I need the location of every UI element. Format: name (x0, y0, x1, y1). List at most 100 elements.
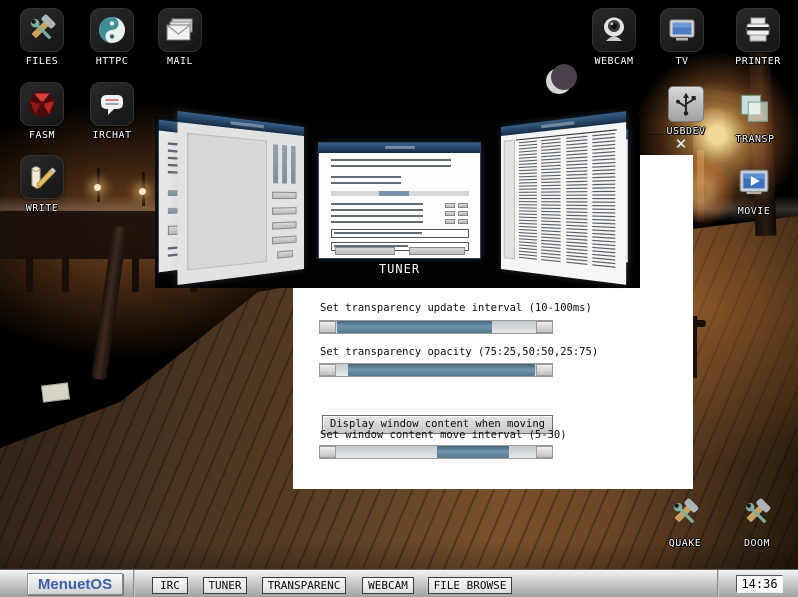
slider-decrease-button[interactable] (319, 321, 336, 333)
preview-button (335, 247, 395, 255)
desktop-icon-fasm[interactable]: FASM (12, 82, 72, 141)
preview-text-column (518, 140, 537, 262)
preview-spinner (445, 219, 455, 224)
desktop-icon-usbdev[interactable]: USBDEV (656, 86, 716, 137)
move-interval-slider[interactable] (319, 445, 553, 459)
desktop-icon-label: PRINTER (735, 56, 781, 67)
doom-icon (740, 494, 774, 534)
fasm-icon (20, 82, 64, 126)
slider-decrease-button[interactable] (319, 446, 336, 458)
desktop-icon-label: DOOM (743, 538, 771, 549)
slider-fill (347, 364, 535, 376)
webcam-icon (592, 8, 636, 52)
preview-spinner (458, 211, 468, 216)
desktop-icon-label: WRITE (25, 203, 59, 214)
desktop-icon-label: HTTPC (95, 56, 129, 67)
desktop-icon-files[interactable]: FILES (12, 8, 72, 67)
preview-button (272, 206, 297, 215)
desktop-icon-label: WEBCAM (594, 56, 634, 67)
taskbar: MenuetOS IRC TUNER TRANSPARENC WEBCAM FI… (0, 569, 798, 597)
preview-button (409, 247, 465, 255)
files-icon (20, 8, 64, 52)
tv-icon (660, 8, 704, 52)
preview-text (331, 176, 401, 184)
desktop-icon-quake[interactable]: QUAKE (655, 494, 715, 549)
task-button-transparenc[interactable]: TRANSPARENC (262, 577, 346, 594)
slider-track[interactable] (337, 364, 535, 376)
httpc-icon (90, 8, 134, 52)
taskbar-clock: 14:36 (736, 575, 783, 593)
switcher-preview-left-front[interactable] (177, 111, 304, 285)
desktop-icon-doom[interactable]: DOOM (727, 494, 787, 549)
preview-slider-fill (379, 191, 409, 196)
transp-icon (737, 90, 773, 130)
desktop-icon-httpc[interactable]: HTTPC (82, 8, 142, 67)
preview-vslider (273, 144, 279, 184)
task-button-webcam[interactable]: WEBCAM (362, 577, 414, 594)
preview-titlebar (319, 143, 480, 153)
water-sign (41, 382, 70, 403)
switcher-preview-selected[interactable] (318, 142, 481, 259)
menuetos-start-button[interactable]: MenuetOS (27, 573, 123, 595)
lamp (94, 184, 101, 191)
pier-post (62, 254, 69, 292)
update-interval-slider[interactable] (319, 320, 553, 334)
slider-fill (337, 321, 493, 333)
desktop-icon-label: IRCHAT (92, 130, 132, 141)
mail-icon (158, 8, 202, 52)
write-icon (20, 155, 64, 199)
desktop-icon-webcam[interactable]: WEBCAM (584, 8, 644, 67)
slider-track[interactable] (337, 321, 535, 333)
preview-spinner (445, 211, 455, 216)
desktop-icon-label: MAIL (166, 56, 194, 67)
preview-text-column (566, 135, 588, 267)
moon-shadow (551, 64, 577, 90)
preview-vslider (291, 145, 296, 184)
slider-fill (436, 446, 510, 458)
switcher-preview-right-front[interactable] (501, 111, 627, 285)
movie-icon (737, 162, 771, 202)
move-interval-label: Set window content move interval (5-30) (320, 429, 567, 441)
pier-post (132, 254, 139, 292)
task-button-irc[interactable]: IRC (152, 577, 188, 594)
preview-panel (186, 132, 267, 271)
preview-button (272, 235, 297, 245)
slider-decrease-button[interactable] (319, 364, 336, 376)
taskbar-separator (717, 570, 719, 597)
irchat-icon (90, 82, 134, 126)
opacity-slider[interactable] (319, 363, 553, 377)
desktop-icon-write[interactable]: WRITE (12, 155, 72, 214)
slider-increase-button[interactable] (536, 446, 553, 458)
preview-sidebar (504, 139, 515, 260)
desktop-icon-label: FILES (25, 56, 59, 67)
slider-track[interactable] (337, 446, 535, 458)
update-interval-label: Set transparency update interval (10-100… (320, 302, 592, 314)
preview-button (272, 221, 297, 230)
close-icon[interactable]: ✕ (673, 137, 689, 153)
preview-spinner (458, 203, 468, 208)
desktop-icon-irchat[interactable]: IRCHAT (82, 82, 142, 141)
preview-text (331, 203, 423, 225)
slider-increase-button[interactable] (536, 321, 553, 333)
desktop-icon-transp[interactable]: TRANSP (725, 90, 785, 145)
lamp (139, 188, 146, 195)
desktop-icon-tv[interactable]: TV (652, 8, 712, 67)
preview-spinner (445, 203, 455, 208)
task-button-file-browse[interactable]: FILE BROWSE (428, 577, 512, 594)
printer-icon (736, 8, 780, 52)
lamp-reflection (697, 150, 704, 222)
slider-increase-button[interactable] (536, 364, 553, 376)
preview-input (331, 229, 469, 238)
preview-spinner (458, 219, 468, 224)
desktop-icon-mail[interactable]: MAIL (150, 8, 210, 67)
desktop-icon-label: TV (675, 56, 689, 67)
pier-post (26, 254, 33, 292)
quake-icon (668, 494, 702, 534)
start-button-label: MenuetOS (37, 575, 113, 593)
desktop-icon-movie[interactable]: MOVIE (724, 162, 784, 217)
desktop-icon-printer[interactable]: PRINTER (728, 8, 788, 67)
task-button-tuner[interactable]: TUNER (203, 577, 247, 594)
opacity-label: Set transparency opacity (75:25,50:50,25… (320, 346, 599, 358)
preview-button (276, 250, 293, 259)
usbdev-icon (668, 86, 704, 122)
